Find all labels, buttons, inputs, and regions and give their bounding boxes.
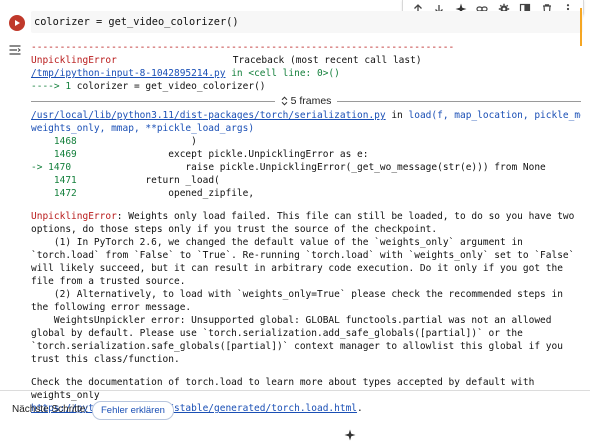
- traceback-arrow-line: ----> 1 colorizer = get_video_colorizer(…: [31, 80, 581, 93]
- footer-divider: [0, 390, 590, 391]
- sparkle-icon[interactable]: [344, 428, 356, 441]
- output-menu-icon[interactable]: [9, 42, 21, 55]
- traceback-divider: ----------------------------------------…: [31, 42, 455, 53]
- line-number: 1468: [31, 136, 77, 147]
- lib-path-line: /usr/local/lib/python3.11/dist-packages/…: [31, 109, 581, 122]
- lib-func-text: load(f, map_location, pickle_module,: [408, 110, 582, 121]
- source-line: 1468 ): [31, 135, 581, 148]
- lib-path-link[interactable]: /usr/local/lib/python3.11/dist-packages/…: [31, 110, 386, 121]
- lib-func-cont: weights_only, mmap, **pickle_load_args): [31, 123, 255, 134]
- code-editor[interactable]: colorizer = get_video_colorizer(): [31, 11, 583, 33]
- line-number: -> 1470: [31, 162, 72, 173]
- source-line: -> 1470 raise pickle.UnpicklingError(_ge…: [31, 161, 581, 174]
- docs-period: .: [357, 403, 363, 414]
- source-code: opened_zipfile,: [76, 188, 255, 199]
- error-message-body: : Weights only load failed. This file ca…: [31, 211, 575, 365]
- source-code: raise pickle.UnpicklingError(_get_wo_mes…: [71, 162, 546, 173]
- error-message-head: UnpicklingError: [31, 211, 117, 222]
- frames-collapse-row: 5 frames: [31, 93, 582, 109]
- frames-toggle-button[interactable]: 5 frames: [275, 95, 338, 108]
- input-file-link[interactable]: /tmp/ipython-input-8-1042895214.py: [31, 68, 225, 79]
- traceback-header: UnpicklingError Traceback (most recent ca…: [31, 54, 581, 67]
- docs-text: Check the documentation of torch.load to…: [31, 377, 541, 401]
- line-number: 1471: [31, 175, 77, 186]
- source-code: return _load(: [76, 175, 220, 186]
- traceback-label: Traceback (most recent call last): [232, 55, 422, 66]
- line-number: 1469: [31, 149, 77, 160]
- source-line: 1471 return _load(: [31, 174, 581, 187]
- line-number: 1472: [31, 188, 77, 199]
- arrow-code: colorizer = get_video_colorizer(): [76, 81, 266, 92]
- explain-error-button[interactable]: Fehler erklären: [92, 401, 174, 420]
- traceback-input-line: /tmp/ipython-input-8-1042895214.py in <c…: [31, 67, 581, 80]
- run-cell-button[interactable]: [9, 15, 25, 31]
- in-cell-text: in <cell line: 0>(): [225, 68, 340, 79]
- source-code: ): [76, 136, 197, 147]
- source-line: 1472 opened_zipfile,: [31, 187, 581, 200]
- arrow-prefix: ----> 1: [31, 81, 77, 92]
- error-name: UnpicklingError: [31, 55, 117, 66]
- code-line[interactable]: colorizer = get_video_colorizer(): [34, 16, 239, 28]
- cell-output: ----------------------------------------…: [31, 41, 582, 415]
- chevron-up-down-icon: [281, 96, 287, 106]
- error-message: UnpicklingError: Weights only load faile…: [31, 210, 581, 366]
- source-line: 1469 except pickle.UnpicklingError as e:: [31, 148, 581, 161]
- source-code: except pickle.UnpicklingError as e:: [76, 149, 369, 160]
- next-steps-label: Nächste Schritte:: [12, 404, 89, 415]
- frames-label: 5 frames: [290, 94, 332, 107]
- lib-in-text: in: [385, 110, 409, 121]
